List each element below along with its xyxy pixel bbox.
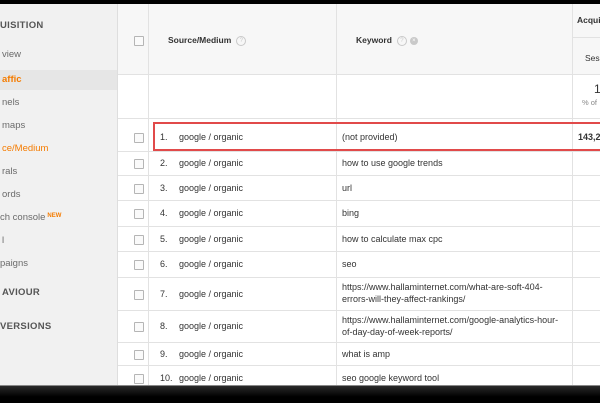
row-checkbox[interactable] bbox=[134, 132, 144, 143]
sidebar-item-label: maps bbox=[2, 120, 26, 131]
source-medium-link[interactable]: google / organic bbox=[179, 183, 243, 193]
highlighted-row-outline bbox=[153, 122, 600, 151]
row-divider bbox=[118, 175, 600, 176]
row-number: 2. bbox=[160, 158, 168, 168]
sidebar-item-label: affic bbox=[2, 74, 22, 85]
row-divider bbox=[118, 277, 600, 278]
totals-divider bbox=[118, 118, 600, 119]
row-number: 7. bbox=[160, 288, 168, 299]
sidebar-item-label: ch console bbox=[0, 212, 46, 223]
column-divider bbox=[336, 4, 337, 390]
keyword-link[interactable]: how to calculate max cpc bbox=[342, 234, 443, 244]
keyword-link[interactable]: seo google keyword tool bbox=[342, 373, 439, 383]
source-medium-link[interactable]: google / organic bbox=[179, 158, 243, 168]
source-medium-header[interactable]: Source/Medium? bbox=[168, 35, 247, 46]
select-all-checkbox[interactable] bbox=[134, 36, 144, 46]
row-divider bbox=[118, 310, 600, 311]
source-medium-link[interactable]: google / organic bbox=[179, 373, 243, 383]
keyword-link[interactable]: how to use google trends bbox=[342, 158, 443, 168]
sidebar-item-label: nels bbox=[2, 97, 20, 108]
column-divider bbox=[148, 4, 149, 390]
keyword-link[interactable]: seo bbox=[342, 259, 357, 269]
sessions-total-percent: % of bbox=[582, 98, 598, 107]
row-checkbox[interactable] bbox=[134, 373, 144, 384]
row-number: 6. bbox=[160, 259, 168, 269]
row-divider bbox=[118, 342, 600, 343]
row-number: 4. bbox=[160, 208, 168, 218]
sidebar-section-conversions[interactable]: VERSIONS bbox=[0, 321, 52, 332]
sidebar-section-label: VERSIONS bbox=[0, 321, 52, 332]
sidebar-item-all-traffic[interactable]: affic bbox=[2, 74, 22, 85]
row-checkbox[interactable] bbox=[134, 209, 144, 219]
sidebar-item-label: ords bbox=[2, 189, 21, 200]
sidebar-item-overview[interactable]: view bbox=[2, 49, 21, 60]
sidebar-item-social[interactable]: l bbox=[2, 235, 4, 246]
row-number: 3. bbox=[160, 182, 168, 193]
sessions-header[interactable]: Sess bbox=[585, 53, 600, 63]
header-divider bbox=[118, 74, 600, 75]
sidebar-nav: UISITION view affic nels maps ce/Medium … bbox=[0, 4, 118, 390]
row-number: 9. bbox=[160, 348, 168, 359]
keyword-link[interactable]: url bbox=[342, 183, 352, 193]
sidebar-section-behaviour[interactable]: AVIOUR bbox=[2, 287, 40, 298]
row-divider bbox=[118, 200, 600, 201]
sidebar-item-label: paigns bbox=[0, 258, 28, 269]
row-number: 10. bbox=[160, 372, 173, 383]
sidebar-section-label: UISITION bbox=[0, 20, 44, 31]
keyword-link[interactable]: https://www.hallaminternet.com/what-are-… bbox=[342, 281, 564, 305]
sidebar-item-search-console[interactable]: ch console NEW bbox=[0, 212, 61, 223]
frame-bottom-edge bbox=[0, 385, 600, 403]
sidebar-item-source-medium[interactable]: ce/Medium bbox=[2, 143, 48, 154]
sidebar-section-acquisition[interactable]: UISITION bbox=[0, 20, 44, 31]
data-table: Source/Medium? Keyword?× Acquis Sess 1 %… bbox=[118, 4, 600, 390]
new-badge: NEW bbox=[47, 213, 62, 219]
row-divider bbox=[118, 151, 600, 152]
acquisition-header: Acquis bbox=[577, 15, 600, 25]
sidebar-item-label: view bbox=[2, 49, 22, 60]
sidebar-item-channels[interactable]: nels bbox=[2, 97, 19, 108]
row-checkbox[interactable] bbox=[134, 159, 144, 169]
sidebar-item-campaigns[interactable]: paigns bbox=[0, 258, 28, 269]
sidebar-section-label: AVIOUR bbox=[2, 287, 41, 298]
row-divider bbox=[118, 226, 600, 227]
source-medium-link[interactable]: google / organic bbox=[179, 349, 243, 359]
row-divider bbox=[118, 251, 600, 252]
help-icon[interactable]: ? bbox=[236, 35, 247, 46]
row-checkbox[interactable] bbox=[134, 289, 144, 300]
row-checkbox[interactable] bbox=[134, 234, 144, 245]
screenshot-frame: UISITION view affic nels maps ce/Medium … bbox=[0, 0, 600, 403]
column-divider bbox=[572, 4, 573, 390]
header-label: Keyword bbox=[356, 35, 392, 45]
row-number: 5. bbox=[160, 233, 168, 244]
row-number: 8. bbox=[160, 321, 168, 331]
remove-dimension-icon[interactable]: × bbox=[409, 36, 418, 45]
header-label: Sess bbox=[585, 53, 600, 63]
row-checkbox[interactable] bbox=[134, 322, 144, 332]
row-divider bbox=[118, 365, 600, 366]
source-medium-link[interactable]: google / organic bbox=[179, 259, 243, 269]
analytics-screen: UISITION view affic nels maps ce/Medium … bbox=[0, 4, 600, 390]
keyword-link[interactable]: https://www.hallaminternet.com/google-an… bbox=[342, 314, 564, 338]
sidebar-item-referrals[interactable]: rals bbox=[2, 166, 17, 177]
sidebar-item-keywords[interactable]: ords bbox=[2, 189, 20, 200]
keyword-header[interactable]: Keyword? × bbox=[356, 35, 418, 46]
source-medium-link[interactable]: google / organic bbox=[179, 289, 243, 299]
sidebar-item-label: l bbox=[2, 235, 5, 246]
row-checkbox[interactable] bbox=[134, 260, 144, 270]
header-label: Acquis bbox=[577, 15, 600, 25]
header-label: Source/Medium bbox=[168, 35, 232, 45]
sidebar-item-label: rals bbox=[2, 166, 18, 177]
keyword-link[interactable]: bing bbox=[342, 208, 359, 218]
header-subdivider bbox=[572, 37, 600, 38]
keyword-link[interactable]: what is amp bbox=[342, 349, 390, 359]
source-medium-link[interactable]: google / organic bbox=[179, 208, 243, 218]
sidebar-item-treemaps[interactable]: maps bbox=[2, 120, 25, 131]
help-icon[interactable]: ? bbox=[396, 35, 407, 46]
row-checkbox[interactable] bbox=[134, 349, 144, 360]
source-medium-link[interactable]: google / organic bbox=[179, 321, 243, 331]
sidebar-item-label: ce/Medium bbox=[2, 143, 49, 154]
source-medium-link[interactable]: google / organic bbox=[179, 234, 243, 244]
row-checkbox[interactable] bbox=[134, 183, 144, 194]
sessions-total: 1 bbox=[594, 82, 600, 96]
